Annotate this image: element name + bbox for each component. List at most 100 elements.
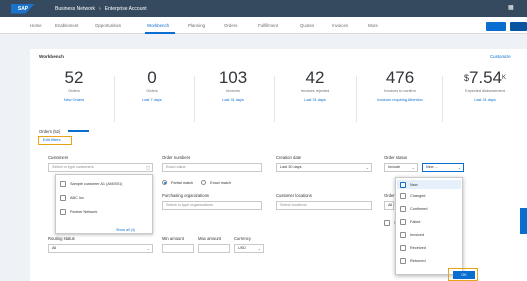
status-option-label: Confirmed: [410, 207, 428, 211]
tab-home[interactable]: Home: [30, 23, 42, 28]
checkbox[interactable]: [400, 181, 406, 188]
order-status-multiselect[interactable]: New … ⌄: [422, 163, 464, 172]
order-type-select[interactable]: All: [384, 201, 394, 210]
order-numbers-label: Order numbers: [162, 155, 191, 160]
order-status-list-popover: New Changed Confirmed Failed Invoiced Re…: [395, 177, 463, 275]
checkbox[interactable]: [400, 206, 406, 212]
card-title: Workbench: [39, 54, 64, 59]
ok-button[interactable]: OK: [453, 271, 475, 279]
edit-filters-button[interactable]: Edit filters: [38, 136, 72, 145]
min-amount-input[interactable]: [162, 244, 194, 253]
breadcrumb-item[interactable]: Business Network: [55, 6, 95, 12]
upload-button[interactable]: [510, 22, 527, 31]
kpi-tile[interactable]: 0 Orders Last 7 days: [122, 68, 182, 103]
purchasing-org-placeholder: Select or type organizations: [166, 203, 213, 207]
status-option-label: Returned: [410, 259, 426, 263]
exact-match-radio[interactable]: [201, 180, 207, 185]
kpi-divider: [356, 76, 357, 122]
routing-status-value: All: [52, 246, 57, 250]
tab-invoices[interactable]: Invoices: [332, 23, 348, 28]
order-numbers-placeholder: Exact value: [166, 165, 186, 169]
tab-planning[interactable]: Planning: [188, 23, 205, 28]
checkbox[interactable]: [60, 209, 66, 215]
status-option[interactable]: Changed: [400, 193, 425, 199]
creation-date-label: Creation date: [276, 155, 302, 160]
customer-locations-placeholder: Select locations: [280, 203, 307, 207]
breadcrumb-item[interactable]: Enterprise Account: [105, 6, 147, 12]
customer-option-label: ABC Inc: [70, 196, 84, 200]
customers-placeholder: Select or type customers: [52, 165, 94, 169]
selected-kpi-indicator: [68, 130, 89, 132]
order-status-mode-value: Include: [388, 165, 401, 169]
creation-date-select[interactable]: Last 30 days ⌄: [276, 163, 372, 172]
status-option[interactable]: New: [397, 180, 461, 189]
match-options: Partial match Exact match: [162, 180, 231, 185]
status-option[interactable]: Invoiced: [400, 232, 424, 238]
kpi-tile[interactable]: 103 Invoices Last 31 days: [202, 69, 264, 103]
order-status-more: …: [434, 165, 439, 169]
order-status-mode-select[interactable]: Include ⌄: [384, 163, 418, 172]
customer-option[interactable]: Partner Network: [60, 209, 97, 215]
checkbox[interactable]: [60, 181, 66, 187]
side-panel-toggle[interactable]: [520, 208, 527, 234]
value-help-icon[interactable]: ▢: [146, 164, 150, 171]
currency-value: USD: [238, 246, 247, 250]
chevron-down-icon: ⌄: [146, 246, 150, 251]
customer-option[interactable]: Sample customer A1 (AN0001): [60, 181, 122, 187]
grid-icon[interactable]: ▦: [508, 4, 515, 11]
checkbox[interactable]: [400, 193, 406, 199]
sap-logo[interactable]: SAP: [11, 3, 35, 14]
kpi-link[interactable]: Last 31 days: [282, 98, 348, 102]
show-all-link[interactable]: Show all (4): [116, 228, 135, 232]
partial-match-radio[interactable]: [162, 180, 167, 185]
kpi-link[interactable]: Last 7 days: [122, 98, 182, 102]
status-option[interactable]: Returned: [400, 258, 426, 264]
order-numbers-input[interactable]: Exact value: [162, 163, 262, 172]
filter-heading: Orders (52): [39, 129, 61, 134]
purchasing-org-input[interactable]: Select or type organizations: [162, 201, 262, 210]
currency-label: Currency: [234, 236, 251, 241]
customers-input[interactable]: Select or type customers ▢: [48, 163, 153, 172]
checkbox[interactable]: [384, 220, 390, 226]
kpi-link[interactable]: Last 31 days: [202, 98, 264, 102]
kpi-tile[interactable]: 42 Invoices rejected Last 31 days: [282, 69, 348, 103]
customer-locations-input[interactable]: Select locations: [276, 201, 372, 210]
kpi-tile[interactable]: 476 Invoices to confirm Invoices requiri…: [364, 68, 436, 103]
tab-opportunities[interactable]: Opportunities: [95, 23, 121, 28]
status-option[interactable]: Received: [400, 245, 426, 251]
checkbox[interactable]: [400, 245, 406, 251]
checkbox[interactable]: [400, 219, 406, 225]
status-option-label: Failed: [410, 220, 421, 224]
customer-option[interactable]: ABC Inc: [60, 195, 84, 201]
chevron-down-icon: ⌄: [457, 165, 461, 170]
tab-enablement[interactable]: Enablement: [55, 23, 78, 28]
tab-orders[interactable]: Orders: [224, 23, 237, 28]
order-status-label: Order status: [384, 155, 408, 160]
max-amount-input[interactable]: [198, 244, 230, 253]
chevron-down-icon: ⌄: [257, 246, 261, 251]
kpi-link[interactable]: Invoices requiring Attention: [364, 98, 436, 102]
shell-bar: SAP Business Network › Enterprise Accoun…: [0, 0, 527, 17]
tab-workbench[interactable]: Workbench: [147, 23, 169, 28]
min-amount-label: Min amount: [162, 236, 184, 241]
currency-select[interactable]: USD ⌄: [234, 244, 264, 253]
partial-match-label: Partial match: [171, 180, 194, 185]
kpi-link[interactable]: Last 31 days: [448, 98, 522, 102]
kpi-tile[interactable]: $7.54K Expected disbursement Last 31 day…: [448, 69, 522, 103]
checkbox[interactable]: [400, 232, 406, 238]
kpi-value: 476: [385, 68, 415, 87]
active-tab-indicator: [145, 32, 175, 34]
status-option[interactable]: Failed: [400, 219, 420, 225]
customize-link[interactable]: Customize: [490, 54, 511, 59]
kpi-tile[interactable]: 52 Orders New Orders: [44, 69, 104, 103]
status-option[interactable]: Confirmed: [400, 206, 428, 212]
tab-fulfillment[interactable]: Fulfillment: [258, 23, 278, 28]
routing-status-select[interactable]: All ⌄: [48, 244, 153, 253]
kpi-link[interactable]: New Orders: [44, 98, 104, 102]
create-button[interactable]: [486, 22, 506, 31]
checkbox[interactable]: [400, 258, 406, 264]
tab-more[interactable]: More: [368, 23, 378, 28]
checkbox[interactable]: [60, 195, 66, 201]
tab-quotes[interactable]: Quotes: [300, 23, 314, 28]
kpi-value: 0: [147, 68, 157, 87]
